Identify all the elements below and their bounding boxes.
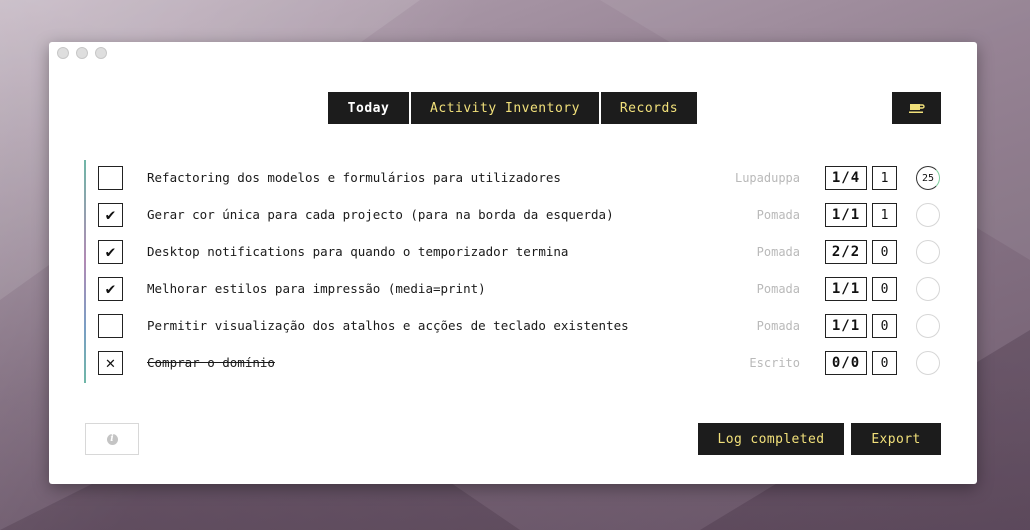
tab-records[interactable]: Records (601, 92, 697, 124)
interruption-count[interactable]: 0 (872, 277, 897, 301)
task-title[interactable]: Melhorar estilos para impressão (media=p… (147, 281, 486, 296)
task-project: Escrito (749, 356, 800, 370)
task-checkbox[interactable] (98, 166, 123, 190)
task-checkbox[interactable] (98, 314, 123, 338)
timer-button[interactable] (916, 314, 940, 338)
task-row: ✔ Gerar cor única para cada projecto (pa… (86, 197, 946, 234)
main-tabs: Today Activity Inventory Records (328, 92, 697, 124)
pomodoro-count[interactable]: 0/0 (825, 351, 867, 375)
interruption-count[interactable]: 0 (872, 240, 897, 264)
info-button[interactable]: i (85, 423, 139, 455)
task-row: ✕ Comprar o domínio Escrito 0/0 0 (86, 345, 946, 382)
window-controls (57, 47, 107, 59)
timer-button[interactable] (916, 277, 940, 301)
task-title[interactable]: Gerar cor única para cada projecto (para… (147, 207, 614, 222)
task-project: Pomada (756, 282, 800, 296)
task-title[interactable]: Permitir visualização dos atalhos e acçõ… (147, 318, 629, 333)
task-project: Pomada (756, 208, 800, 222)
task-title[interactable]: Refactoring dos modelos e formulários pa… (147, 170, 561, 185)
coffee-cup-icon (908, 104, 925, 113)
timer-button[interactable] (916, 203, 940, 227)
pomodoro-count[interactable]: 1/1 (825, 203, 867, 227)
task-row: ✔ Melhorar estilos para impressão (media… (86, 271, 946, 308)
task-project: Lupaduppa (734, 171, 800, 185)
task-title[interactable]: Desktop notifications para quando o temp… (147, 244, 568, 259)
log-completed-button[interactable]: Log completed (698, 423, 844, 455)
close-window-button[interactable] (57, 47, 69, 59)
tab-activity-inventory[interactable]: Activity Inventory (411, 92, 599, 124)
zoom-window-button[interactable] (95, 47, 107, 59)
pomodoro-count[interactable]: 1/1 (825, 277, 867, 301)
task-row: Permitir visualização dos atalhos e acçõ… (86, 308, 946, 345)
pomodoro-count[interactable]: 1/4 (825, 166, 867, 190)
timer-button[interactable] (916, 351, 940, 375)
task-title[interactable]: Comprar o domínio (147, 355, 275, 370)
task-project: Pomada (756, 319, 800, 333)
task-project: Pomada (756, 245, 800, 259)
break-button[interactable] (892, 92, 941, 124)
interruption-count[interactable]: 1 (872, 166, 897, 190)
interruption-count[interactable]: 0 (872, 351, 897, 375)
timer-button[interactable] (916, 240, 940, 264)
task-checkbox[interactable]: ✕ (98, 351, 123, 375)
task-row: ✔ Desktop notifications para quando o te… (86, 234, 946, 271)
pomodoro-count[interactable]: 2/2 (825, 240, 867, 264)
info-icon: i (106, 433, 118, 445)
export-button[interactable]: Export (851, 423, 941, 455)
task-checkbox[interactable]: ✔ (98, 277, 123, 301)
minimize-window-button[interactable] (76, 47, 88, 59)
app-window: Today Activity Inventory Records Refacto… (49, 42, 977, 484)
timer-button[interactable]: 25 (916, 166, 940, 190)
task-checkbox[interactable]: ✔ (98, 240, 123, 264)
task-checkbox[interactable]: ✔ (98, 203, 123, 227)
pomodoro-count[interactable]: 1/1 (825, 314, 867, 338)
tab-today[interactable]: Today (328, 92, 409, 124)
interruption-count[interactable]: 0 (872, 314, 897, 338)
task-row: Refactoring dos modelos e formulários pa… (86, 160, 946, 197)
task-list: Refactoring dos modelos e formulários pa… (84, 160, 944, 383)
interruption-count[interactable]: 1 (872, 203, 897, 227)
